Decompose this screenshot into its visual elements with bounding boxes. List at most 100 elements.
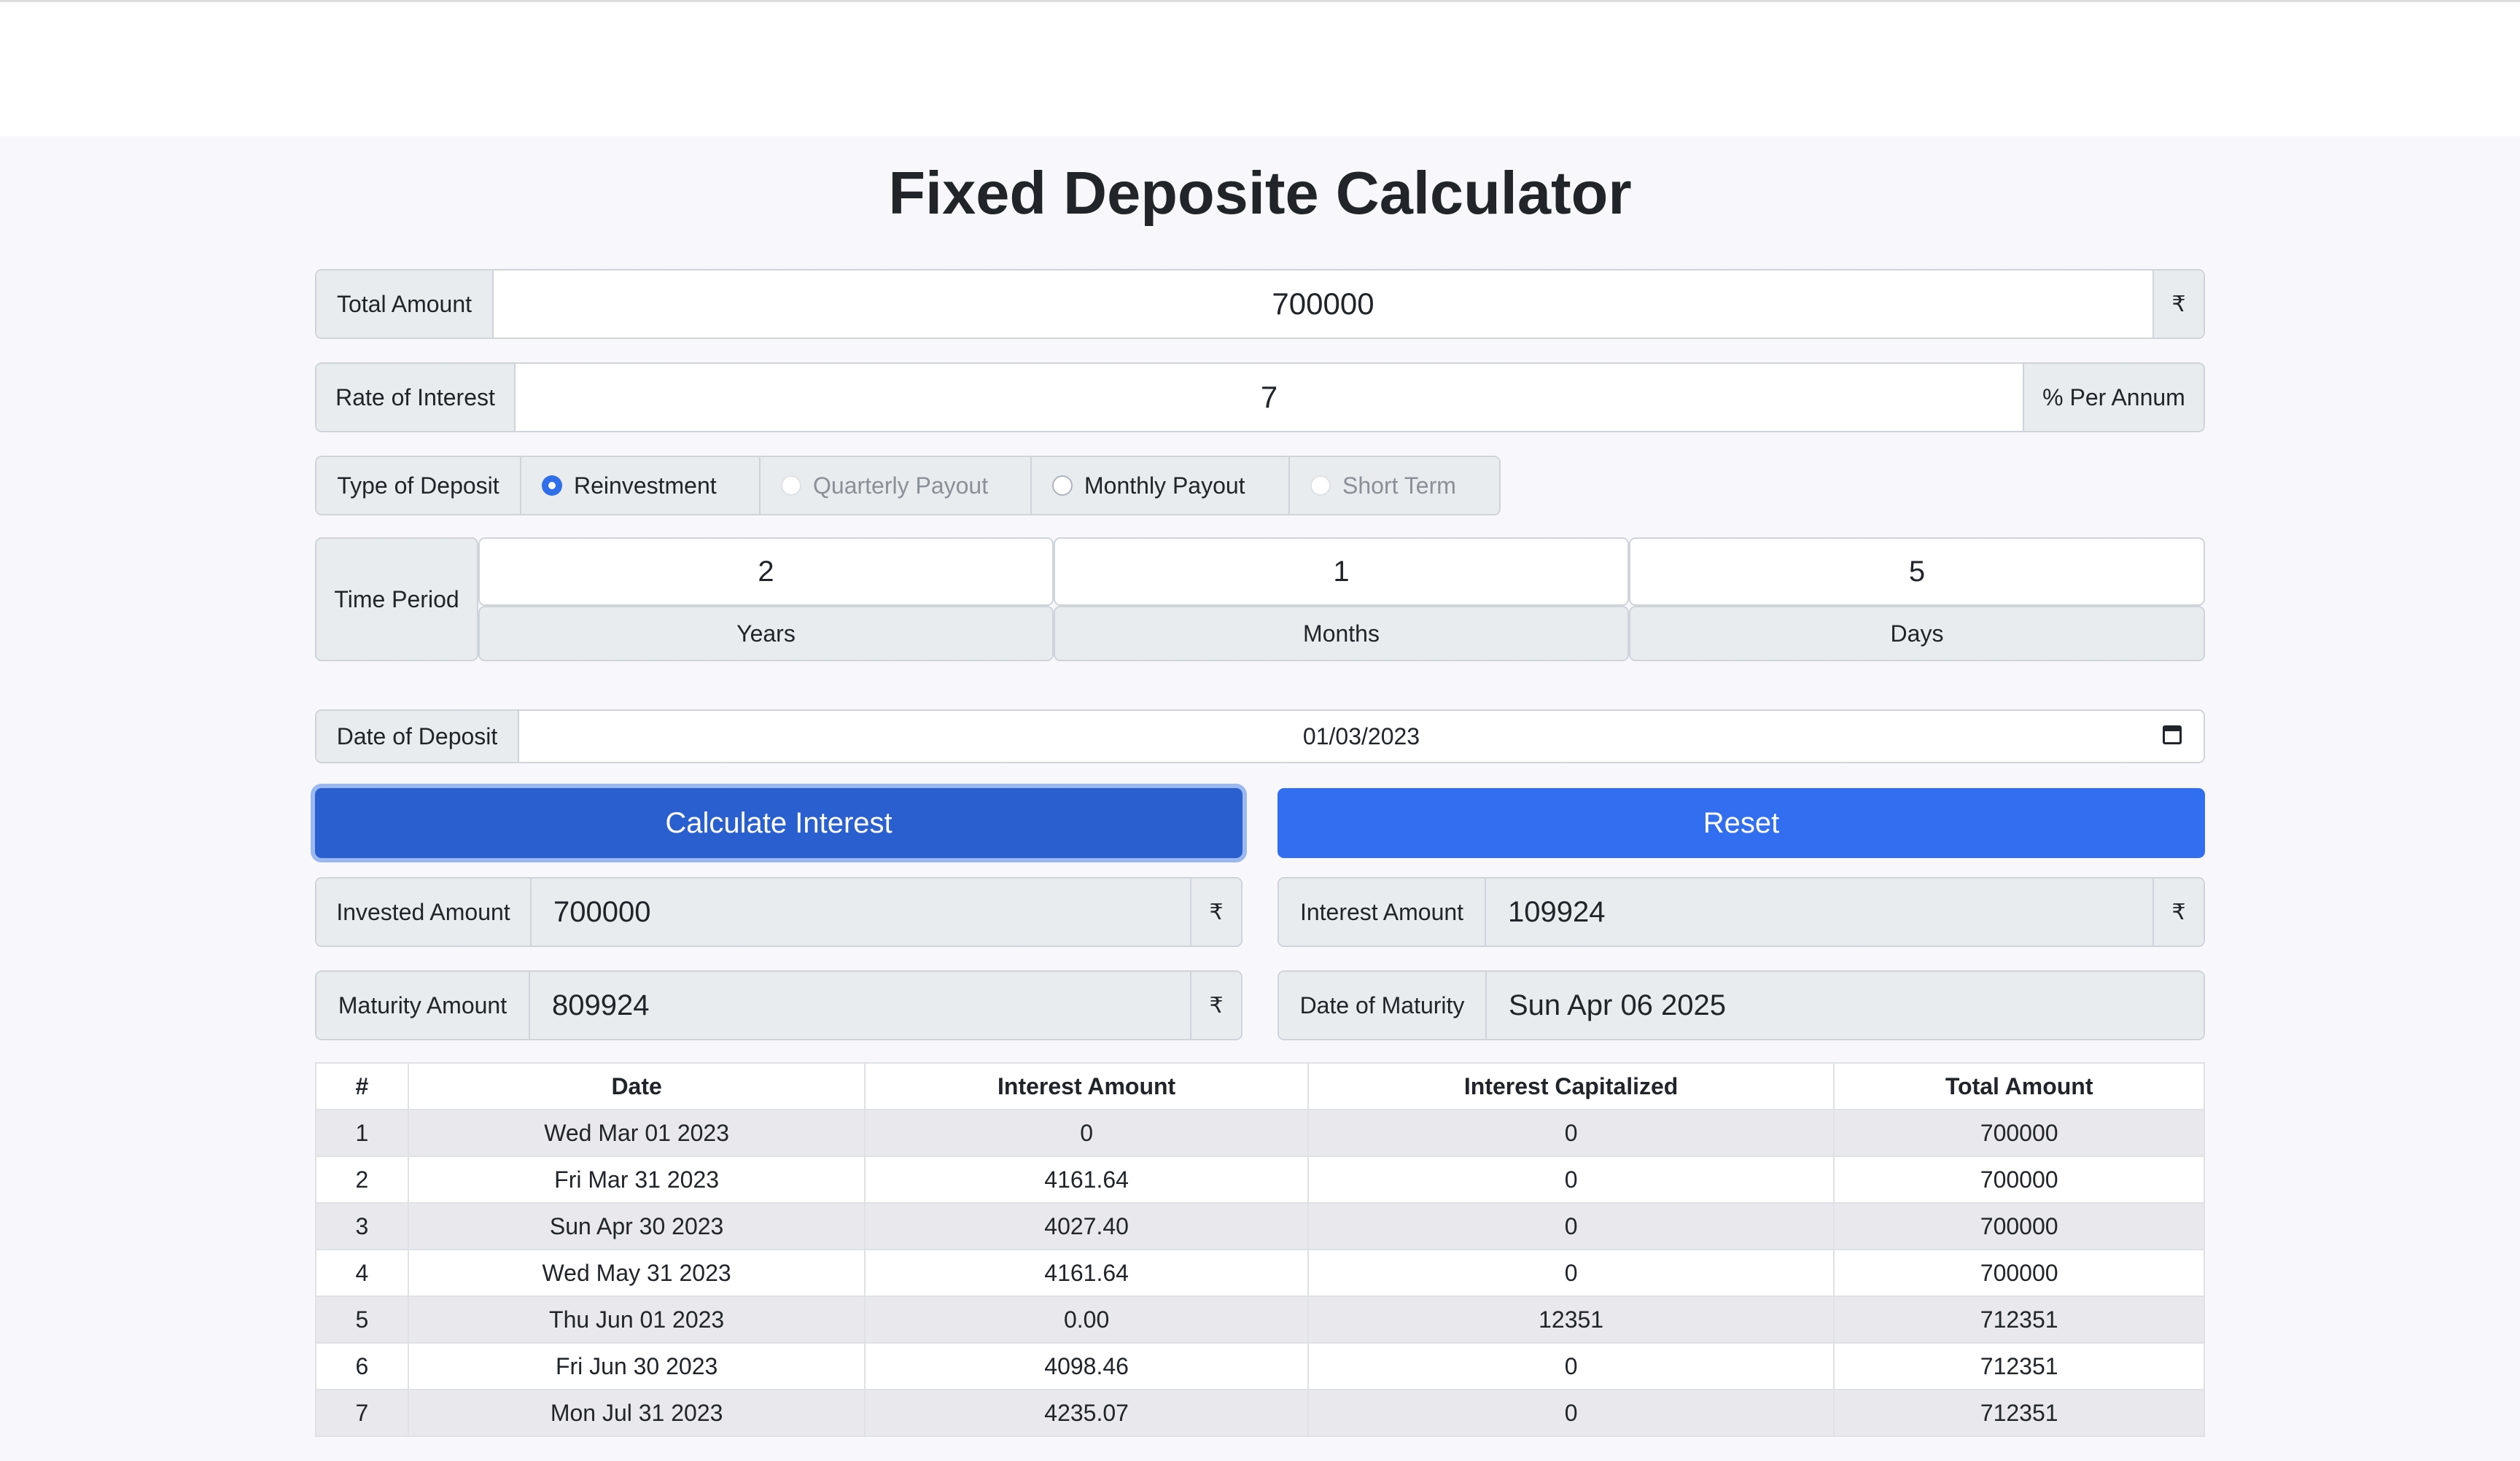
months-column: 1 Months bbox=[1054, 537, 1629, 661]
maturity-amount-group: Maturity Amount 809924 ₹ bbox=[315, 970, 1242, 1040]
table-cell: 4098.46 bbox=[864, 1342, 1309, 1390]
deposit-type-group: Type of Deposit Reinvestment Quarterly P… bbox=[315, 456, 1501, 515]
table-cell: 2 bbox=[315, 1156, 409, 1204]
table-row: 1 Wed Mar 01 2023 0 0 700000 bbox=[315, 1109, 2205, 1157]
table-cell: 12351 bbox=[1307, 1296, 1835, 1344]
days-label: Days bbox=[1629, 606, 2205, 661]
interest-amount-output: 109924 bbox=[1486, 878, 2152, 946]
table-cell: 0 bbox=[864, 1109, 1309, 1157]
table-row: 3 Sun Apr 30 2023 4027.40 0 700000 bbox=[315, 1202, 2205, 1250]
total-amount-label: Total Amount bbox=[316, 270, 494, 338]
years-label: Years bbox=[478, 606, 1054, 661]
table-cell: 700000 bbox=[1833, 1249, 2205, 1297]
rate-of-interest-input[interactable]: 7 bbox=[516, 364, 2023, 431]
years-input[interactable]: 2 bbox=[478, 537, 1054, 606]
table-cell: Wed Mar 01 2023 bbox=[407, 1109, 866, 1157]
table-cell: Thu Jun 01 2023 bbox=[407, 1296, 866, 1344]
table-cell: Mon Jul 31 2023 bbox=[407, 1389, 866, 1437]
calendar-icon[interactable] bbox=[2163, 725, 2182, 744]
table-cell: 0 bbox=[1307, 1389, 1835, 1437]
table-cell: Fri Jun 30 2023 bbox=[407, 1342, 866, 1390]
per-annum-suffix: % Per Annum bbox=[2023, 364, 2204, 431]
date-of-deposit-label: Date of Deposit bbox=[316, 711, 519, 762]
radio-unchecked-icon bbox=[781, 475, 801, 496]
column-header: Date bbox=[407, 1062, 866, 1110]
calculate-interest-button[interactable]: Calculate Interest bbox=[315, 788, 1242, 858]
page-title: Fixed Deposite Calculator bbox=[888, 159, 1632, 227]
months-input[interactable]: 1 bbox=[1054, 537, 1629, 606]
radio-short-term-label: Short Term bbox=[1342, 472, 1456, 499]
rupee-suffix: ₹ bbox=[1190, 878, 1241, 946]
table-row: 6 Fri Jun 30 2023 4098.46 0 712351 bbox=[315, 1342, 2205, 1390]
table-cell: 0.00 bbox=[864, 1296, 1309, 1344]
rupee-suffix: ₹ bbox=[2152, 270, 2204, 338]
table-row: 7 Mon Jul 31 2023 4235.07 0 712351 bbox=[315, 1389, 2205, 1437]
rate-of-interest-group: Rate of Interest 7 % Per Annum bbox=[315, 362, 2205, 432]
maturity-amount-label: Maturity Amount bbox=[316, 972, 530, 1039]
table-cell: 4235.07 bbox=[864, 1389, 1309, 1437]
table-cell: 4027.40 bbox=[864, 1202, 1309, 1250]
table-cell: 0 bbox=[1307, 1342, 1835, 1390]
column-header: Total Amount bbox=[1833, 1062, 2205, 1110]
time-period-group: Time Period 2 Years 1 Months 5 Days bbox=[315, 537, 2205, 661]
radio-checked-icon bbox=[542, 475, 562, 496]
years-column: 2 Years bbox=[478, 537, 1054, 661]
radio-unchecked-icon bbox=[1310, 475, 1331, 496]
date-of-deposit-value: 01/03/2023 bbox=[1302, 722, 1420, 749]
radio-monthly-payout-label: Monthly Payout bbox=[1084, 472, 1245, 499]
radio-quarterly-payout-label: Quarterly Payout bbox=[813, 472, 989, 499]
rate-of-interest-label: Rate of Interest bbox=[316, 364, 516, 431]
table-cell: Fri Mar 31 2023 bbox=[407, 1156, 866, 1204]
maturity-amount-output: 809924 bbox=[530, 972, 1190, 1039]
maturity-date-output: Sun Apr 06 2025 bbox=[1487, 972, 2204, 1039]
table-cell: Wed May 31 2023 bbox=[407, 1249, 866, 1297]
days-input[interactable]: 5 bbox=[1629, 537, 2205, 606]
table-cell: 700000 bbox=[1833, 1109, 2205, 1157]
table-row: 5 Thu Jun 01 2023 0.00 12351 712351 bbox=[315, 1296, 2205, 1344]
table-cell: 700000 bbox=[1833, 1202, 2205, 1250]
table-cell: 0 bbox=[1307, 1156, 1835, 1204]
radio-unchecked-icon bbox=[1052, 475, 1073, 496]
table-cell: 1 bbox=[315, 1109, 409, 1157]
radio-reinvestment[interactable]: Reinvestment bbox=[520, 457, 759, 514]
date-of-deposit-group: Date of Deposit 01/03/2023 bbox=[315, 709, 2205, 763]
table-cell: 4161.64 bbox=[864, 1156, 1309, 1204]
table-row: 2 Fri Mar 31 2023 4161.64 0 700000 bbox=[315, 1156, 2205, 1204]
invested-amount-group: Invested Amount 700000 ₹ bbox=[315, 877, 1242, 947]
table-cell: 0 bbox=[1307, 1109, 1835, 1157]
days-column: 5 Days bbox=[1629, 537, 2205, 661]
invested-amount-label: Invested Amount bbox=[316, 878, 532, 946]
column-header: Interest Amount bbox=[864, 1062, 1309, 1110]
table-cell: 4 bbox=[315, 1249, 409, 1297]
table-cell: Sun Apr 30 2023 bbox=[407, 1202, 866, 1250]
reset-button[interactable]: Reset bbox=[1278, 788, 2205, 858]
table-cell: 712351 bbox=[1833, 1296, 2205, 1344]
radio-quarterly-payout: Quarterly Payout bbox=[759, 457, 1030, 514]
interest-amount-group: Interest Amount 109924 ₹ bbox=[1278, 877, 2205, 947]
time-period-label: Time Period bbox=[315, 537, 478, 661]
rupee-suffix: ₹ bbox=[1190, 972, 1241, 1039]
interest-amount-label: Interest Amount bbox=[1279, 878, 1486, 946]
table-row: 4 Wed May 31 2023 4161.64 0 700000 bbox=[315, 1249, 2205, 1297]
months-label: Months bbox=[1054, 606, 1629, 661]
column-header: # bbox=[315, 1062, 409, 1110]
table-cell: 700000 bbox=[1833, 1156, 2205, 1204]
rupee-suffix: ₹ bbox=[2152, 878, 2204, 946]
total-amount-input[interactable]: 700000 bbox=[494, 270, 2152, 338]
total-amount-group: Total Amount 700000 ₹ bbox=[315, 269, 2205, 339]
radio-monthly-payout[interactable]: Monthly Payout bbox=[1030, 457, 1288, 514]
table-cell: 3 bbox=[315, 1202, 409, 1250]
interest-schedule-table: # Date Interest Amount Interest Capitali… bbox=[315, 1062, 2205, 1437]
table-cell: 7 bbox=[315, 1389, 409, 1437]
table-cell: 5 bbox=[315, 1296, 409, 1344]
top-bar bbox=[0, 0, 2520, 136]
date-of-deposit-input[interactable]: 01/03/2023 bbox=[519, 711, 2204, 762]
radio-short-term: Short Term bbox=[1288, 457, 1499, 514]
table-cell: 0 bbox=[1307, 1249, 1835, 1297]
table-cell: 712351 bbox=[1833, 1342, 2205, 1390]
maturity-date-label: Date of Maturity bbox=[1279, 972, 1487, 1039]
radio-reinvestment-label: Reinvestment bbox=[574, 472, 717, 499]
column-header: Interest Capitalized bbox=[1307, 1062, 1835, 1110]
table-cell: 4161.64 bbox=[864, 1249, 1309, 1297]
table-cell: 712351 bbox=[1833, 1389, 2205, 1437]
